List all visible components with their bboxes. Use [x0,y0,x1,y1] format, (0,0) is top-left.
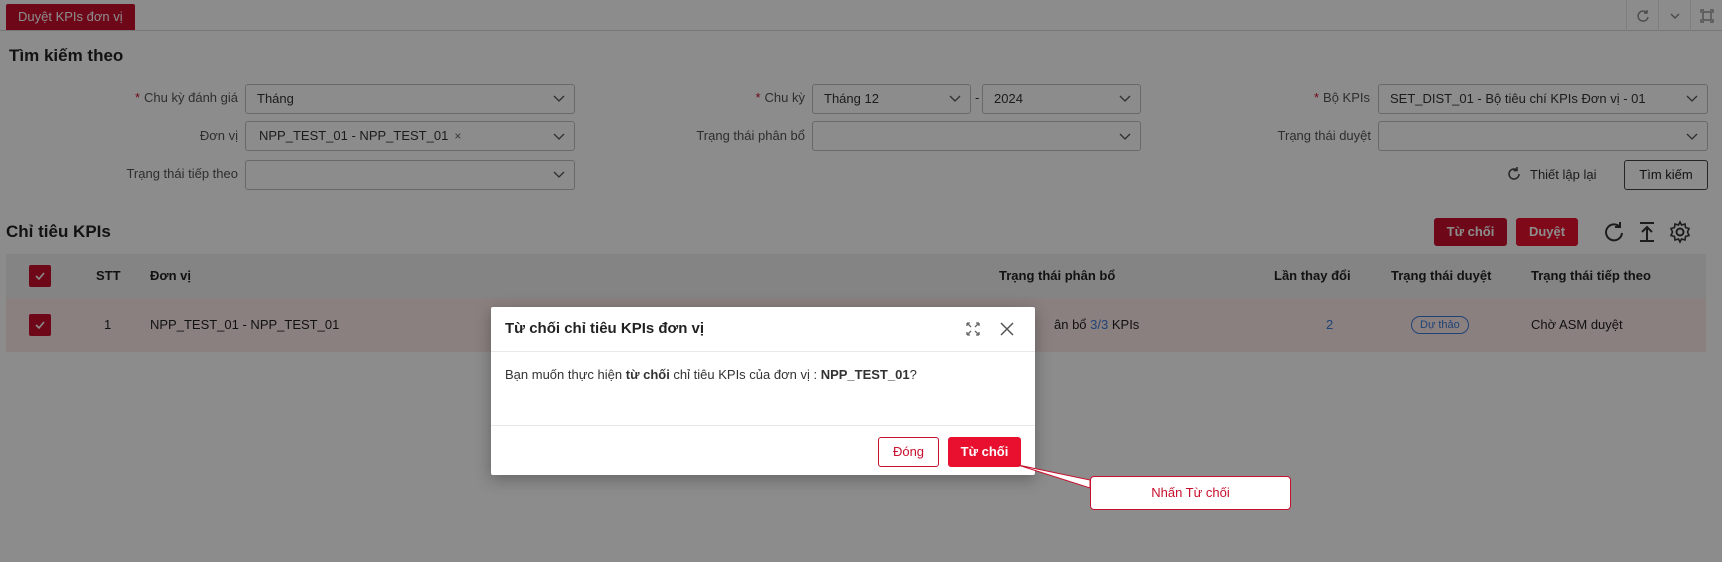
expand-icon[interactable] [964,320,982,338]
reject-confirm-modal: Từ chối chỉ tiêu KPIs đơn vị Bạn muốn th… [491,307,1035,475]
modal-close-button[interactable]: Đóng [878,437,939,467]
modal-reject-button[interactable]: Từ chối [948,437,1021,467]
modal-unit-name: NPP_TEST_01 [820,367,910,382]
modal-footer: Đóng Từ chối [491,425,1035,475]
modal-overlay[interactable] [0,0,1722,562]
callout-hint: Nhấn Từ chối [1090,476,1291,510]
close-icon[interactable] [998,320,1016,338]
modal-title: Từ chối chỉ tiêu KPIs đơn vị [505,320,705,337]
modal-header: Từ chối chỉ tiêu KPIs đơn vị [491,307,1035,352]
modal-message: Bạn muốn thực hiện từ chối chỉ tiêu KPIs… [505,367,917,382]
